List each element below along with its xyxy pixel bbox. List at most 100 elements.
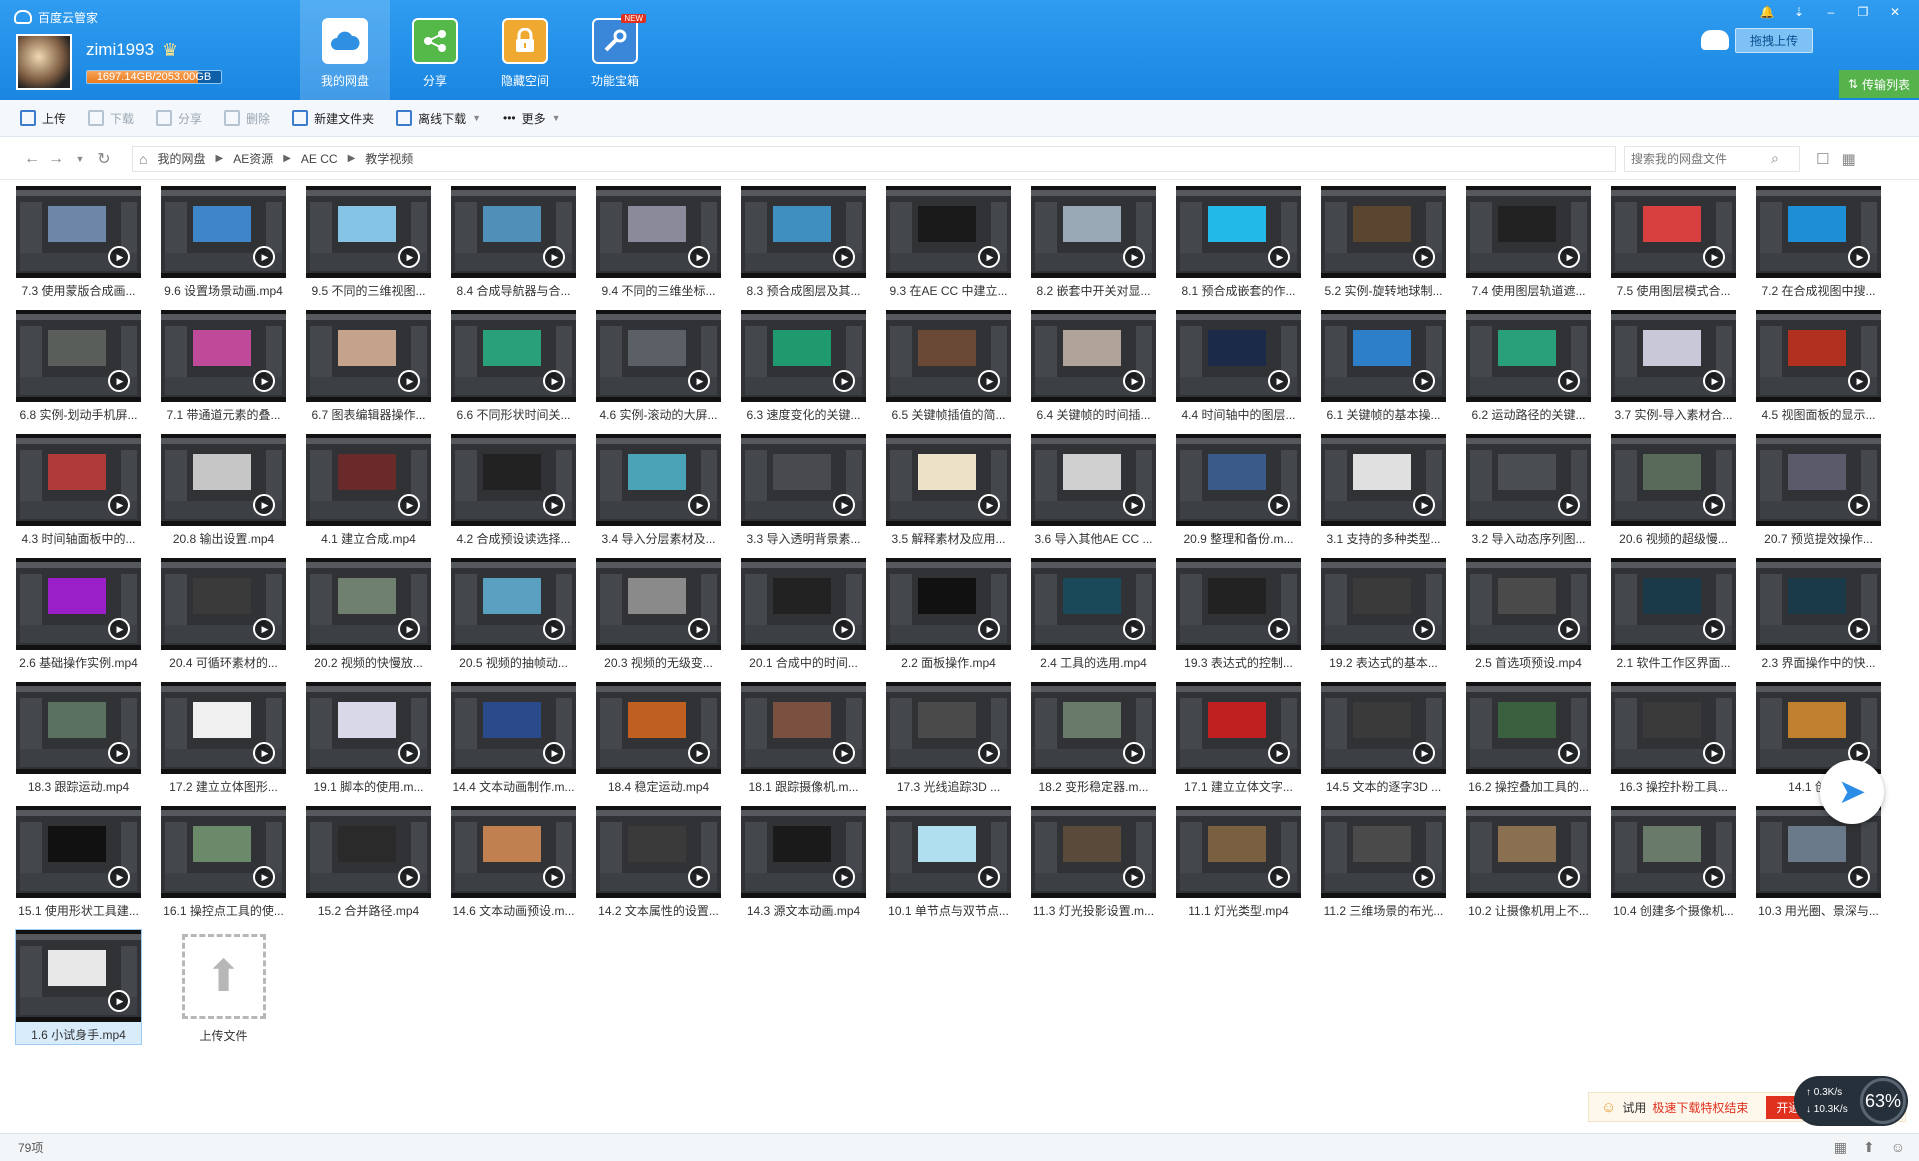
share-button[interactable]: 分享 <box>156 110 202 127</box>
video-file[interactable]: ▶ 9.3 在AE CC 中建立... <box>886 186 1011 300</box>
download-button[interactable]: 下载 <box>88 110 134 127</box>
play-icon[interactable]: ▶ <box>108 246 130 268</box>
video-file[interactable]: ▶ 2.2 面板操作.mp4 <box>886 558 1011 672</box>
play-icon[interactable]: ▶ <box>688 494 710 516</box>
back-arrow-icon[interactable]: ← <box>20 150 44 168</box>
video-file[interactable]: ▶ 3.1 支持的多种类型... <box>1321 434 1446 548</box>
video-file[interactable]: ▶ 2.1 软件工作区界面... <box>1611 558 1736 672</box>
video-file[interactable]: ▶ 3.6 导入其他AE CC ... <box>1031 434 1156 548</box>
play-icon[interactable]: ▶ <box>688 246 710 268</box>
video-file[interactable]: ▶ 20.8 输出设置.mp4 <box>161 434 286 548</box>
video-file[interactable]: ▶ 6.8 实例-划动手机屏... <box>16 310 141 424</box>
transfer-list-button[interactable]: ⇅ 传输列表 <box>1839 70 1919 98</box>
video-file[interactable]: ▶ 6.3 速度变化的关键... <box>741 310 866 424</box>
play-icon[interactable]: ▶ <box>108 618 130 640</box>
play-icon[interactable]: ▶ <box>543 494 565 516</box>
play-icon[interactable]: ▶ <box>1123 370 1145 392</box>
video-file[interactable]: ▶ 4.4 时间轴中的图层... <box>1176 310 1301 424</box>
video-file[interactable]: ▶ 14.5 文本的逐字3D ... <box>1321 682 1446 796</box>
video-file[interactable]: ▶ 10.2 让摄像机用上不... <box>1466 806 1591 920</box>
video-file[interactable]: ▶ 8.2 嵌套中开关对显... <box>1031 186 1156 300</box>
menu-dropdown-icon[interactable]: ⇣ <box>1783 2 1815 22</box>
video-file[interactable]: ▶ 7.3 使用蒙版合成画... <box>16 186 141 300</box>
play-icon[interactable]: ▶ <box>1413 866 1435 888</box>
play-icon[interactable]: ▶ <box>688 370 710 392</box>
breadcrumb-item[interactable]: 教学视频 <box>365 150 413 167</box>
play-icon[interactable]: ▶ <box>1703 246 1725 268</box>
play-icon[interactable]: ▶ <box>1268 494 1290 516</box>
video-file[interactable]: ▶ 8.3 预合成图层及其... <box>741 186 866 300</box>
play-icon[interactable]: ▶ <box>108 742 130 764</box>
play-icon[interactable]: ▶ <box>398 618 420 640</box>
play-icon[interactable]: ▶ <box>833 494 855 516</box>
video-file[interactable]: ▶ 17.2 建立立体图形... <box>161 682 286 796</box>
play-icon[interactable]: ▶ <box>978 494 1000 516</box>
video-file[interactable]: ▶ 8.1 预合成嵌套的作... <box>1176 186 1301 300</box>
video-file[interactable]: ▶ 7.5 使用图层模式合... <box>1611 186 1736 300</box>
video-file[interactable]: ▶ 18.1 跟踪摄像机.m... <box>741 682 866 796</box>
play-icon[interactable]: ▶ <box>833 742 855 764</box>
bird-assistant-icon[interactable]: ➤ <box>1820 760 1884 824</box>
breadcrumb-item[interactable]: AE资源 <box>233 150 273 167</box>
play-icon[interactable]: ▶ <box>978 742 1000 764</box>
video-file[interactable]: ▶ 20.2 视频的快慢放... <box>306 558 431 672</box>
play-icon[interactable]: ▶ <box>253 494 275 516</box>
play-icon[interactable]: ▶ <box>1703 618 1725 640</box>
grid-apps-icon[interactable]: ▦ <box>1834 1139 1847 1156</box>
play-icon[interactable]: ▶ <box>398 246 420 268</box>
video-file[interactable]: ▶ 9.6 设置场景动画.mp4 <box>161 186 286 300</box>
video-file[interactable]: ▶ 2.6 基础操作实例.mp4 <box>16 558 141 672</box>
play-icon[interactable]: ▶ <box>1123 618 1145 640</box>
video-file[interactable]: ▶ 7.1 带通道元素的叠... <box>161 310 286 424</box>
play-icon[interactable]: ▶ <box>1268 618 1290 640</box>
play-icon[interactable]: ▶ <box>1268 370 1290 392</box>
video-file[interactable]: ▶ 6.1 关键帧的基本操... <box>1321 310 1446 424</box>
play-icon[interactable]: ▶ <box>1703 370 1725 392</box>
video-file[interactable]: ▶ 7.2 在合成视图中搜... <box>1756 186 1881 300</box>
play-icon[interactable]: ▶ <box>1123 494 1145 516</box>
play-icon[interactable]: ▶ <box>1123 246 1145 268</box>
delete-button[interactable]: 删除 <box>224 110 270 127</box>
video-file[interactable]: ▶ 4.1 建立合成.mp4 <box>306 434 431 548</box>
breadcrumb-item[interactable]: AE CC <box>301 152 338 166</box>
video-file[interactable]: ▶ 6.6 不同形状时间关... <box>451 310 576 424</box>
video-file[interactable]: ▶ 15.1 使用形状工具建... <box>16 806 141 920</box>
play-icon[interactable]: ▶ <box>688 742 710 764</box>
video-file[interactable]: ▶ 6.5 关键帧插值的简... <box>886 310 1011 424</box>
play-icon[interactable]: ▶ <box>1848 866 1870 888</box>
play-icon[interactable]: ▶ <box>1558 494 1580 516</box>
play-icon[interactable]: ▶ <box>108 866 130 888</box>
video-file[interactable]: ▶ 15.2 合并路径.mp4 <box>306 806 431 920</box>
history-dropdown-icon[interactable]: ▼ <box>68 154 92 164</box>
play-icon[interactable]: ▶ <box>108 990 130 1012</box>
refresh-icon[interactable]: ↻ <box>92 149 116 169</box>
video-file[interactable]: ▶ 8.4 合成导航器与合... <box>451 186 576 300</box>
play-icon[interactable]: ▶ <box>1558 246 1580 268</box>
play-icon[interactable]: ▶ <box>1558 866 1580 888</box>
video-file[interactable]: ▶ 14.4 文本动画制作.m... <box>451 682 576 796</box>
play-icon[interactable]: ▶ <box>1123 742 1145 764</box>
play-icon[interactable]: ▶ <box>253 370 275 392</box>
play-icon[interactable]: ▶ <box>543 246 565 268</box>
video-file[interactable]: ▶ 17.3 光线追踪3D ... <box>886 682 1011 796</box>
video-file[interactable]: ▶ 9.5 不同的三维视图... <box>306 186 431 300</box>
video-file[interactable]: ▶ 20.5 视频的抽帧动... <box>451 558 576 672</box>
play-icon[interactable]: ▶ <box>1268 742 1290 764</box>
play-icon[interactable]: ▶ <box>1848 494 1870 516</box>
video-file[interactable]: ▶ 19.3 表达式的控制... <box>1176 558 1301 672</box>
home-icon[interactable]: ⌂ <box>139 151 147 167</box>
minimize-icon[interactable]: – <box>1815 2 1847 22</box>
video-file[interactable]: ▶ 18.4 稳定运动.mp4 <box>596 682 721 796</box>
video-file[interactable]: ▶ 16.1 操控点工具的使... <box>161 806 286 920</box>
video-file[interactable]: ▶ 20.7 预览提效操作... <box>1756 434 1881 548</box>
video-file[interactable]: ▶ 3.2 导入动态序列图... <box>1466 434 1591 548</box>
play-icon[interactable]: ▶ <box>1848 618 1870 640</box>
play-icon[interactable]: ▶ <box>1268 246 1290 268</box>
play-icon[interactable]: ▶ <box>1413 618 1435 640</box>
play-icon[interactable]: ▶ <box>833 370 855 392</box>
video-file[interactable]: ▶ 14.2 文本属性的设置... <box>596 806 721 920</box>
video-file[interactable]: ▶ 11.2 三维场景的布光... <box>1321 806 1446 920</box>
video-file[interactable]: ▶ 6.7 图表编辑器操作... <box>306 310 431 424</box>
video-file[interactable]: ▶ 10.3 用光圈、景深与... <box>1756 806 1881 920</box>
nav-toolbox[interactable]: NEW 功能宝箱 <box>570 0 660 100</box>
